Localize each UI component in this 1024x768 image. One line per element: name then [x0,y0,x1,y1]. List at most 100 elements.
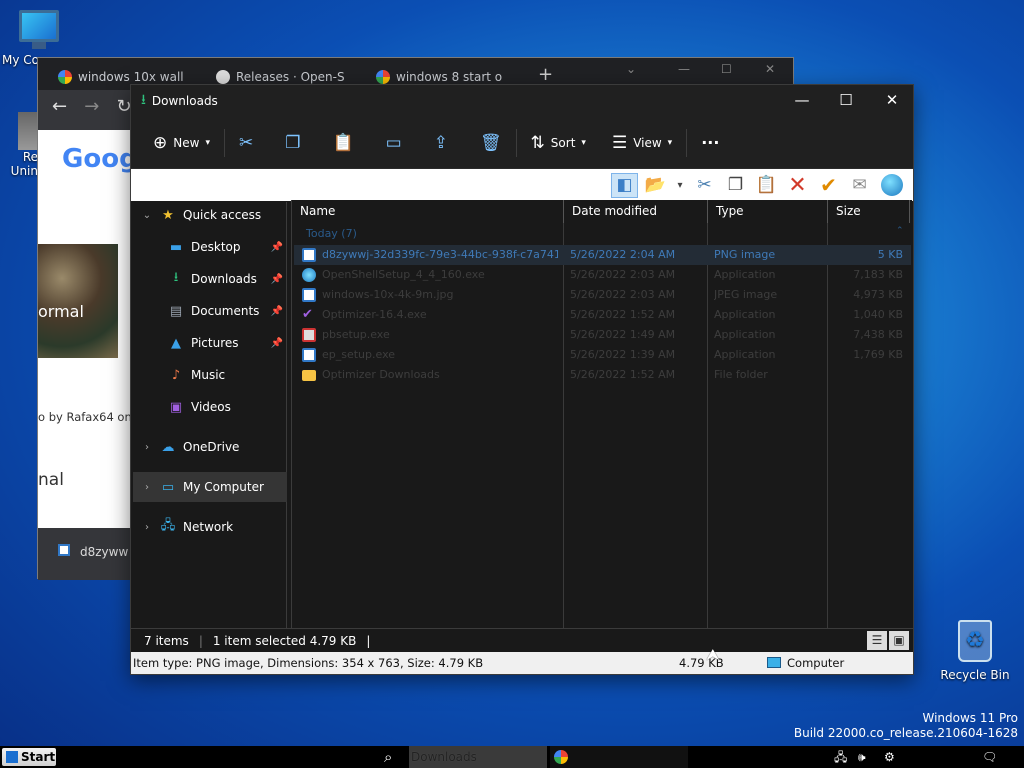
table-row[interactable]: Optimizer Downloads 5/26/2022 1:52 AM Fi… [294,365,911,385]
forward-arrow-icon[interactable]: → [84,96,99,117]
table-row[interactable]: pbsetup.exe 5/26/2022 1:49 AM Applicatio… [294,325,911,345]
browser-download-bar[interactable]: d8zyww [38,528,130,580]
browser-close-button[interactable]: ✕ [765,62,775,76]
sidebar-item-downloads[interactable]: ⭳ Downloads 📌 [133,264,287,294]
chevron-down-icon[interactable]: ▾ [673,173,687,198]
command-bar: ⊕ New ▾ ✂ ❐ 📋 ▭ ⇪ 🗑 ⇅ Sort ▾ ☰ View ▾ ··· [131,117,913,169]
back-arrow-icon[interactable]: ← [52,96,67,117]
button-label: New [173,135,200,150]
chevron-right-icon[interactable]: › [139,522,155,533]
google-logo: Goog [62,144,138,174]
new-button[interactable]: ⊕ New ▾ [145,125,218,161]
paste-icon[interactable]: 📋 [753,173,780,198]
shell-icon[interactable] [877,173,907,198]
copy-icon[interactable]: ❐ [722,173,749,198]
item-count: 7 items [144,633,189,648]
search-icon[interactable]: ⌕ [384,746,392,768]
new-tab-button[interactable]: + [538,64,553,85]
location-label: Computer [787,656,845,670]
table-row[interactable]: ep_setup.exe 5/26/2022 1:39 AM Applicati… [294,345,911,365]
pin-icon[interactable]: 📌 [271,306,283,317]
maximize-button[interactable]: ☐ [823,85,869,115]
sidebar-item-my-computer[interactable]: › ▭ My Computer [133,472,287,502]
network-icon: 🖧 [160,518,176,533]
table-row[interactable]: d8zywwj-32d339fc-79e3-44bc-938f-c7a7413.… [294,245,911,265]
computer-icon [767,657,781,668]
browser-minimize-button[interactable]: ⌄ [626,62,636,76]
file-size: 7,183 KB [853,268,903,281]
sidebar-item-network[interactable]: › 🖧 Network [133,512,287,542]
tab-title: windows 10x wall [78,70,184,84]
close-button[interactable]: ✕ [869,85,915,115]
watermark-line: Build 22000.co_release.210604-1628 [793,726,1018,740]
minimize-button[interactable]: — [779,85,825,115]
sidebar-item-videos[interactable]: ▣ Videos [133,392,287,422]
sidebar-item-quick-access[interactable]: ⌄ ★ Quick access [133,200,287,230]
share-icon: ⇪ [433,132,448,153]
chevron-right-icon[interactable]: › [139,442,155,453]
action-center-icon[interactable]: 🗨 [982,746,997,768]
volume-icon[interactable]: 🕪 [858,746,866,768]
chevron-right-icon[interactable]: › [139,482,155,493]
table-row[interactable]: OpenShellSetup_4_4_160.exe 5/26/2022 2:0… [294,265,911,285]
file-name: OpenShellSetup_4_4_160.exe [322,268,485,281]
taskbar-downloads[interactable]: Downloads [409,746,547,768]
sidebar-item-desktop[interactable]: ▬ Desktop 📌 [133,232,287,262]
item-details: Item type: PNG image, Dimensions: 354 x … [133,656,484,670]
file-list: Name Date modified Type Size Today (7) ⌃… [291,200,912,628]
start-button[interactable]: Start [2,748,56,766]
folder-options-icon[interactable]: 📂 [642,173,669,198]
pictures-icon: ▲ [171,335,181,351]
chevron-up-icon[interactable]: ⌃ [896,226,904,236]
chrome-icon[interactable] [550,746,688,768]
navigation-pane-icon[interactable]: ◧ [611,172,638,198]
large-icons-view-button[interactable]: ▣ [889,631,909,650]
share-button[interactable]: ⇪ [426,125,456,161]
column-header-size[interactable]: Size [828,200,910,223]
pin-icon[interactable]: 📌 [271,242,283,253]
desktop-icon-uninstall[interactable]: Re Unin [8,112,40,178]
column-header-type[interactable]: Type [708,200,828,223]
browser-minimize-button[interactable]: — [678,62,690,76]
network-status-icon[interactable]: 🖧 [834,746,847,768]
settings-icon[interactable]: ⚙ [884,746,895,768]
image-file-icon [58,544,70,556]
pin-icon[interactable]: 📌 [271,274,283,285]
copy-button[interactable]: ❐ [277,125,308,161]
windows-watermark: Windows 11 Pro Build 22000.co_release.21… [794,711,1018,741]
chevron-down-icon[interactable]: ⌄ [139,210,155,221]
paste-button[interactable]: 📋 [324,125,361,161]
browser-maximize-button[interactable]: ☐ [721,62,732,76]
sidebar-item-pictures[interactable]: ▲ Pictures 📌 [133,328,287,358]
desktop-icon-recycle-bin[interactable]: ♻ Recycle Bin [940,620,1010,682]
music-icon: ♪ [171,367,181,383]
file-date: 5/26/2022 1:52 AM [570,308,676,321]
delete-icon[interactable]: ✕ [784,173,811,198]
table-row[interactable]: ✔ Optimizer-16.4.exe 5/26/2022 1:52 AM A… [294,305,911,325]
column-header-date[interactable]: Date modified [564,200,708,223]
image-icon [302,248,316,262]
cut-button[interactable]: ✂ [231,125,261,161]
plus-icon: ⊕ [153,132,168,153]
table-row[interactable]: windows-10x-4k-9m.jpg 5/26/2022 2:03 AM … [294,285,911,305]
cut-icon[interactable]: ✂ [691,173,718,198]
email-icon[interactable]: ✉ [846,173,873,198]
download-icon: ⭳ [173,270,179,285]
sort-button[interactable]: ⇅ Sort ▾ [523,125,594,161]
file-explorer-window[interactable]: ⭳ Downloads — ☐ ✕ ⊕ New ▾ ✂ ❐ 📋 ▭ ⇪ 🗑 ⇅ Sor… [130,84,914,675]
properties-icon[interactable]: ✔ [815,173,842,198]
sidebar-item-documents[interactable]: ▤ Documents 📌 [133,296,287,326]
tab-title: windows 8 start o [396,70,503,84]
rename-button[interactable]: ▭ [378,125,410,161]
group-header[interactable]: Today (7) [306,227,357,240]
pin-icon[interactable]: 📌 [271,338,283,349]
sidebar-item-music[interactable]: ♪ Music [133,360,287,390]
delete-button[interactable]: 🗑 [472,125,510,161]
sidebar-item-onedrive[interactable]: › ☁ OneDrive [133,432,287,462]
folder-icon [302,370,316,381]
view-button[interactable]: ☰ View ▾ [604,125,680,161]
more-options-button[interactable]: ··· [693,125,727,161]
details-view-button[interactable]: ☰ [867,631,887,650]
column-header-name[interactable]: Name [292,200,564,223]
trash-icon: 🗑 [479,132,502,153]
